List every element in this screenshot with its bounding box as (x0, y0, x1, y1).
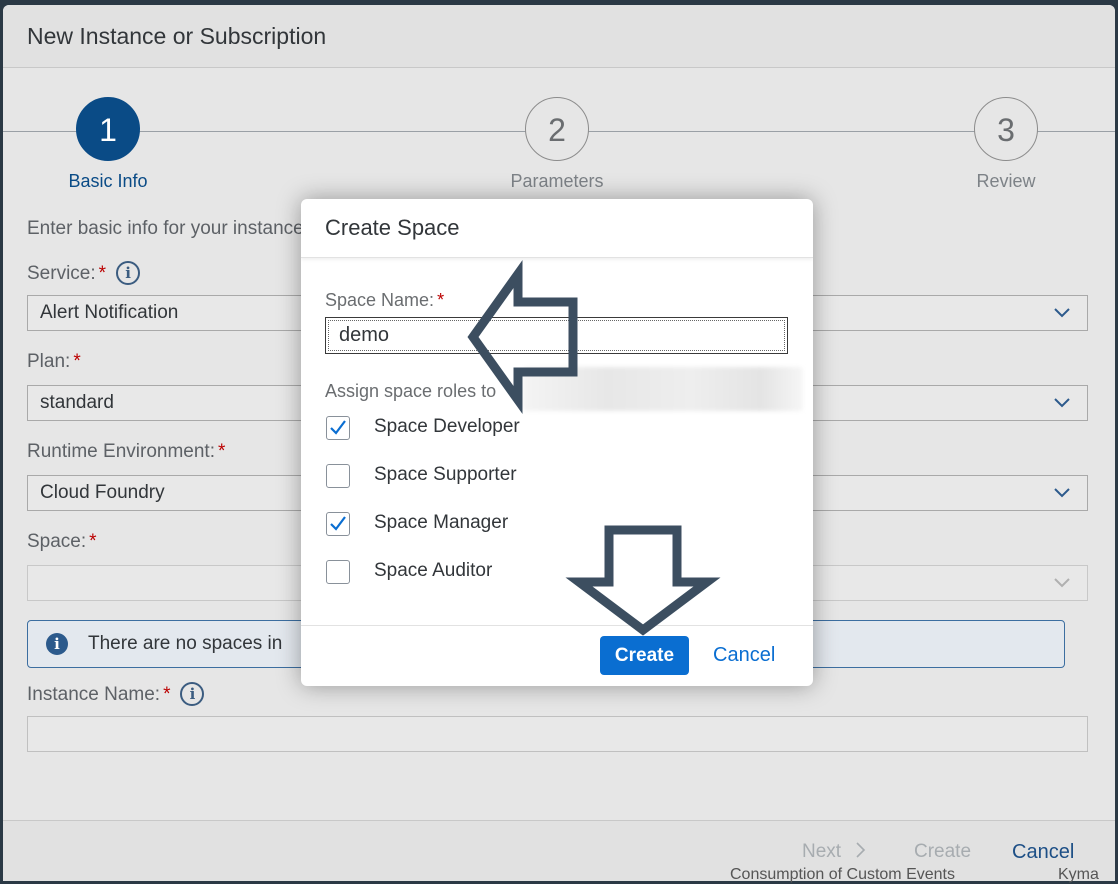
cancel-button[interactable]: Cancel (713, 636, 775, 675)
cancel-button[interactable]: Cancel (1012, 841, 1074, 864)
required-marker: * (89, 531, 97, 552)
info-icon: i (46, 633, 68, 655)
dialog-title: New Instance or Subscription (27, 23, 327, 49)
info-message: There are no spaces in (88, 633, 283, 654)
checkbox-unchecked[interactable] (326, 464, 350, 488)
create-button-disabled[interactable]: Create (914, 841, 971, 863)
checkmark-icon (330, 420, 346, 435)
required-marker: * (217, 441, 226, 462)
role-label: Space Auditor (374, 560, 493, 581)
chevron-right-icon (856, 842, 866, 858)
role-label: Space Developer (374, 416, 520, 437)
chevron-down-icon (1054, 308, 1070, 318)
info-icon[interactable]: i (116, 261, 141, 285)
chevron-down-icon (1054, 578, 1070, 588)
redacted-email (523, 367, 803, 411)
service-label: Service: * i (27, 261, 141, 285)
step-label: Basic Info (68, 171, 148, 191)
create-space-dialog: Create Space Space Name: * demo Assign sp… (301, 199, 813, 686)
wizard-step-parameters[interactable]: 2 Parameters (497, 97, 617, 192)
runtime-label: Runtime Environment: * (27, 441, 226, 462)
required-marker: * (437, 290, 445, 310)
create-space-title: Create Space (325, 215, 460, 240)
create-space-footer: Create Cancel (301, 625, 813, 686)
chevron-down-icon (1054, 398, 1070, 408)
step-label: Review (976, 171, 1036, 191)
checkmark-icon (330, 516, 346, 531)
checkbox-checked[interactable] (326, 512, 350, 536)
create-space-header: Create Space (301, 199, 813, 258)
info-icon[interactable]: i (180, 682, 205, 706)
step-number: 2 (525, 97, 589, 161)
checkbox-unchecked[interactable] (326, 560, 350, 584)
chevron-down-icon (1054, 488, 1070, 498)
role-label: Space Supporter (374, 464, 517, 485)
background-text-right: Kyma (1058, 866, 1099, 883)
step-number: 3 (974, 97, 1038, 161)
checkbox-checked[interactable] (326, 416, 350, 440)
dialog-header: New Instance or Subscription (3, 5, 1115, 68)
form-intro-text: Enter basic info for your instance (27, 218, 304, 239)
space-label: Space: * (27, 531, 97, 552)
required-marker: * (98, 263, 107, 284)
next-button[interactable]: Next (802, 841, 868, 863)
assign-roles-label: Assign space roles to (325, 381, 497, 401)
create-button[interactable]: Create (600, 636, 689, 675)
space-name-label: Space Name: * (325, 290, 445, 310)
wizard-step-review[interactable]: 3 Review (946, 97, 1066, 192)
instance-name-label: Instance Name: * i (27, 682, 205, 706)
step-number: 1 (76, 97, 140, 161)
required-marker: * (73, 351, 81, 372)
wizard-step-basic-info[interactable]: 1 Basic Info (48, 97, 168, 192)
step-label: Parameters (510, 171, 604, 191)
background-text: Consumption of Custom Events (730, 866, 955, 883)
space-name-input[interactable]: demo (325, 317, 788, 354)
plan-label: Plan: * (27, 351, 81, 372)
role-label: Space Manager (374, 512, 509, 533)
instance-name-input[interactable] (27, 716, 1088, 752)
required-marker: * (163, 684, 171, 705)
